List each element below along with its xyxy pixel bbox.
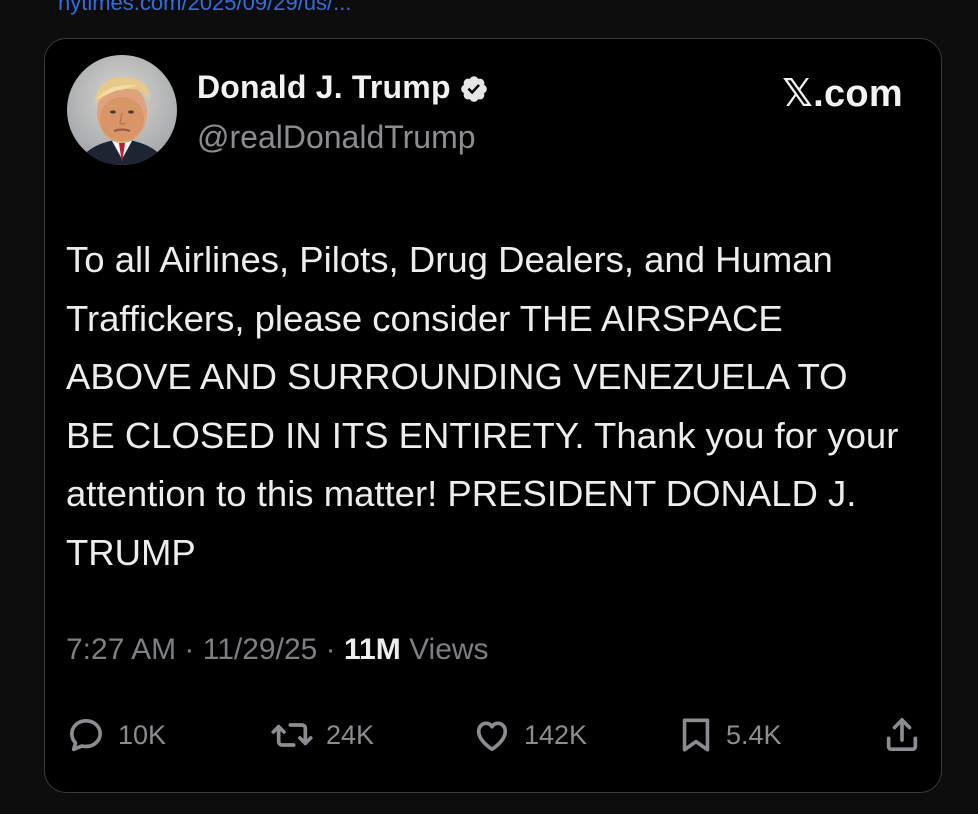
- action-bar: 10K 24K 142K 5.4K: [66, 715, 926, 759]
- repost-count: 24K: [326, 719, 375, 750]
- x-com-logo: 𝕏.com: [782, 73, 903, 115]
- page: nytimes.com/2025/09/29/us/... Donald J. …: [0, 0, 978, 814]
- repost-button[interactable]: 24K: [270, 715, 374, 755]
- bookmark-icon: [682, 718, 710, 752]
- post-text: To all Airlines, Pilots, Drug Dealers, a…: [66, 239, 899, 573]
- author-display-name[interactable]: Donald J. Trump: [197, 69, 451, 106]
- repost-icon: [271, 723, 313, 747]
- bookmark-button[interactable]: 5.4K: [678, 715, 782, 755]
- post-date[interactable]: 11/29/25: [203, 633, 318, 666]
- reply-icon: [70, 719, 102, 752]
- author-handle[interactable]: @realDonaldTrump: [197, 119, 476, 156]
- post-time[interactable]: 7:27 AM: [66, 633, 176, 666]
- heart-icon: [476, 721, 508, 751]
- meta-separator: ·: [184, 633, 195, 666]
- reply-button[interactable]: 10K: [66, 715, 166, 755]
- meta-separator: ·: [325, 633, 336, 666]
- like-count: 142K: [524, 719, 588, 750]
- bookmark-count: 5.4K: [726, 719, 782, 750]
- share-icon: [886, 718, 918, 751]
- avatar-image: [67, 55, 177, 165]
- post-card[interactable]: Donald J. Trump @realDonaldTrump 𝕏.com T…: [44, 38, 942, 793]
- views-count: 11M: [344, 633, 401, 666]
- post-meta: 7:27 AM · 11/29/25 · 11M Views: [66, 633, 489, 667]
- article-link[interactable]: nytimes.com/2025/09/29/us/...: [58, 0, 352, 16]
- verified-checkmark-icon: [460, 75, 487, 102]
- avatar[interactable]: [67, 55, 177, 165]
- share-button[interactable]: [882, 715, 922, 755]
- like-button[interactable]: 142K: [472, 715, 587, 755]
- author-name-row[interactable]: Donald J. Trump: [197, 69, 489, 106]
- reply-count: 10K: [118, 719, 167, 750]
- views-label: Views: [409, 633, 489, 666]
